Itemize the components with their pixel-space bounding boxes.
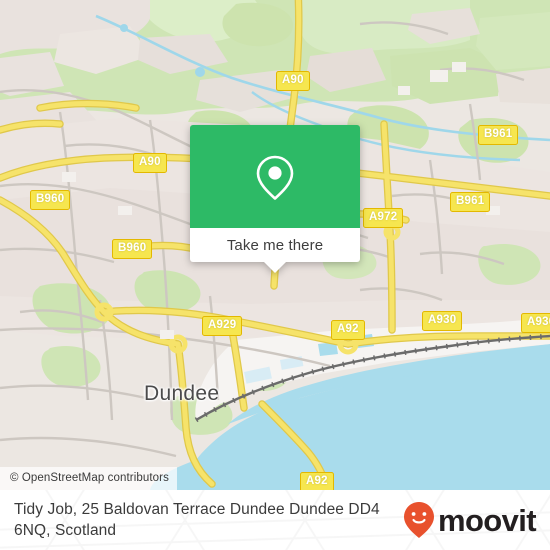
road-shield-a92-south: A92 — [300, 472, 334, 490]
city-label-dundee: Dundee — [144, 382, 220, 405]
moovit-smiley-pin-icon — [403, 502, 434, 538]
road-shield-b961-north: B961 — [478, 125, 519, 145]
road-shield-a930-east: A930 — [521, 313, 550, 333]
moovit-logo[interactable]: moovit — [403, 501, 537, 539]
road-shield-a90-north: A90 — [276, 71, 310, 91]
destination-popup[interactable]: Take me there — [190, 125, 360, 273]
popup-action-bar[interactable]: Take me there — [190, 228, 360, 273]
page-footer: Tidy Job, 25 Baldovan Terrace Dundee Dun… — [0, 490, 550, 550]
moovit-wordmark: moovit — [437, 502, 537, 538]
take-me-there-label: Take me there — [226, 236, 324, 254]
road-shield-b960-south: B960 — [112, 239, 153, 259]
road-shield-a90-west: A90 — [133, 153, 167, 173]
road-shield-a92-coast: A92 — [331, 320, 365, 340]
map-pin-icon — [256, 155, 294, 200]
road-shield-b960-west: B960 — [30, 190, 71, 210]
place-address: Tidy Job, 25 Baldovan Terrace Dundee Dun… — [14, 501, 380, 539]
popup-header — [190, 125, 360, 228]
moovit-map-page: A90 A90 B960 B960 B961 B961 A972 A929 A9… — [0, 0, 550, 550]
road-shield-a929: A929 — [202, 316, 243, 336]
road-shield-a972: A972 — [363, 208, 404, 228]
map-canvas[interactable]: A90 A90 B960 B960 B961 B961 A972 A929 A9… — [0, 0, 550, 490]
popup-tail — [264, 262, 286, 273]
road-shield-b961-south: B961 — [450, 192, 491, 212]
road-shield-a930-mid: A930 — [422, 311, 463, 331]
osm-attribution[interactable]: © OpenStreetMap contributors — [0, 467, 177, 490]
